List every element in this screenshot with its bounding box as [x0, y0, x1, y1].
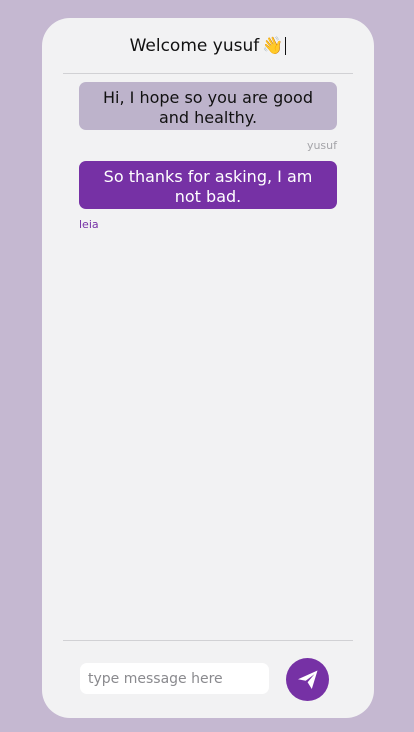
send-button[interactable] — [286, 658, 329, 701]
composer-divider — [63, 640, 353, 641]
welcome-title: Welcome yusuf — [129, 36, 260, 56]
message-sender-label: yusuf — [306, 139, 337, 152]
message-bubble-received: Hi, I hope so you are good and healthy. — [79, 82, 337, 130]
wave-icon: 👋 — [262, 36, 284, 56]
text-cursor — [285, 37, 287, 55]
message-sender-label: leia — [79, 218, 99, 231]
chat-header: Welcome yusuf 👋 — [42, 18, 374, 74]
chat-panel: Welcome yusuf 👋 Hi, I hope so you are go… — [42, 18, 374, 718]
header-divider — [63, 73, 353, 74]
message-input[interactable] — [80, 663, 269, 694]
message-bubble-sent: So thanks for asking, I am not bad. — [79, 161, 337, 209]
paper-plane-icon — [297, 670, 317, 689]
